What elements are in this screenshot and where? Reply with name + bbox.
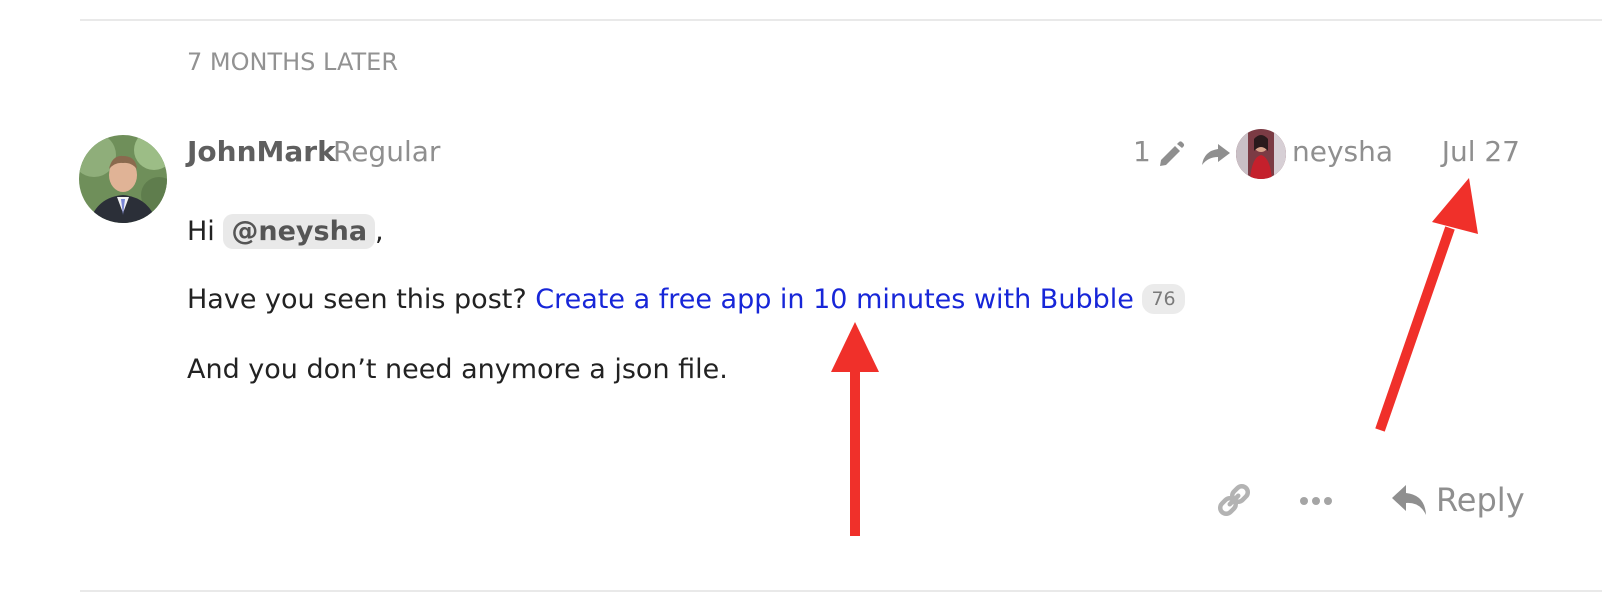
annotation-arrows — [831, 178, 1478, 536]
annotation-arrow-link — [831, 322, 879, 536]
annotation-arrow-date — [1375, 178, 1478, 432]
